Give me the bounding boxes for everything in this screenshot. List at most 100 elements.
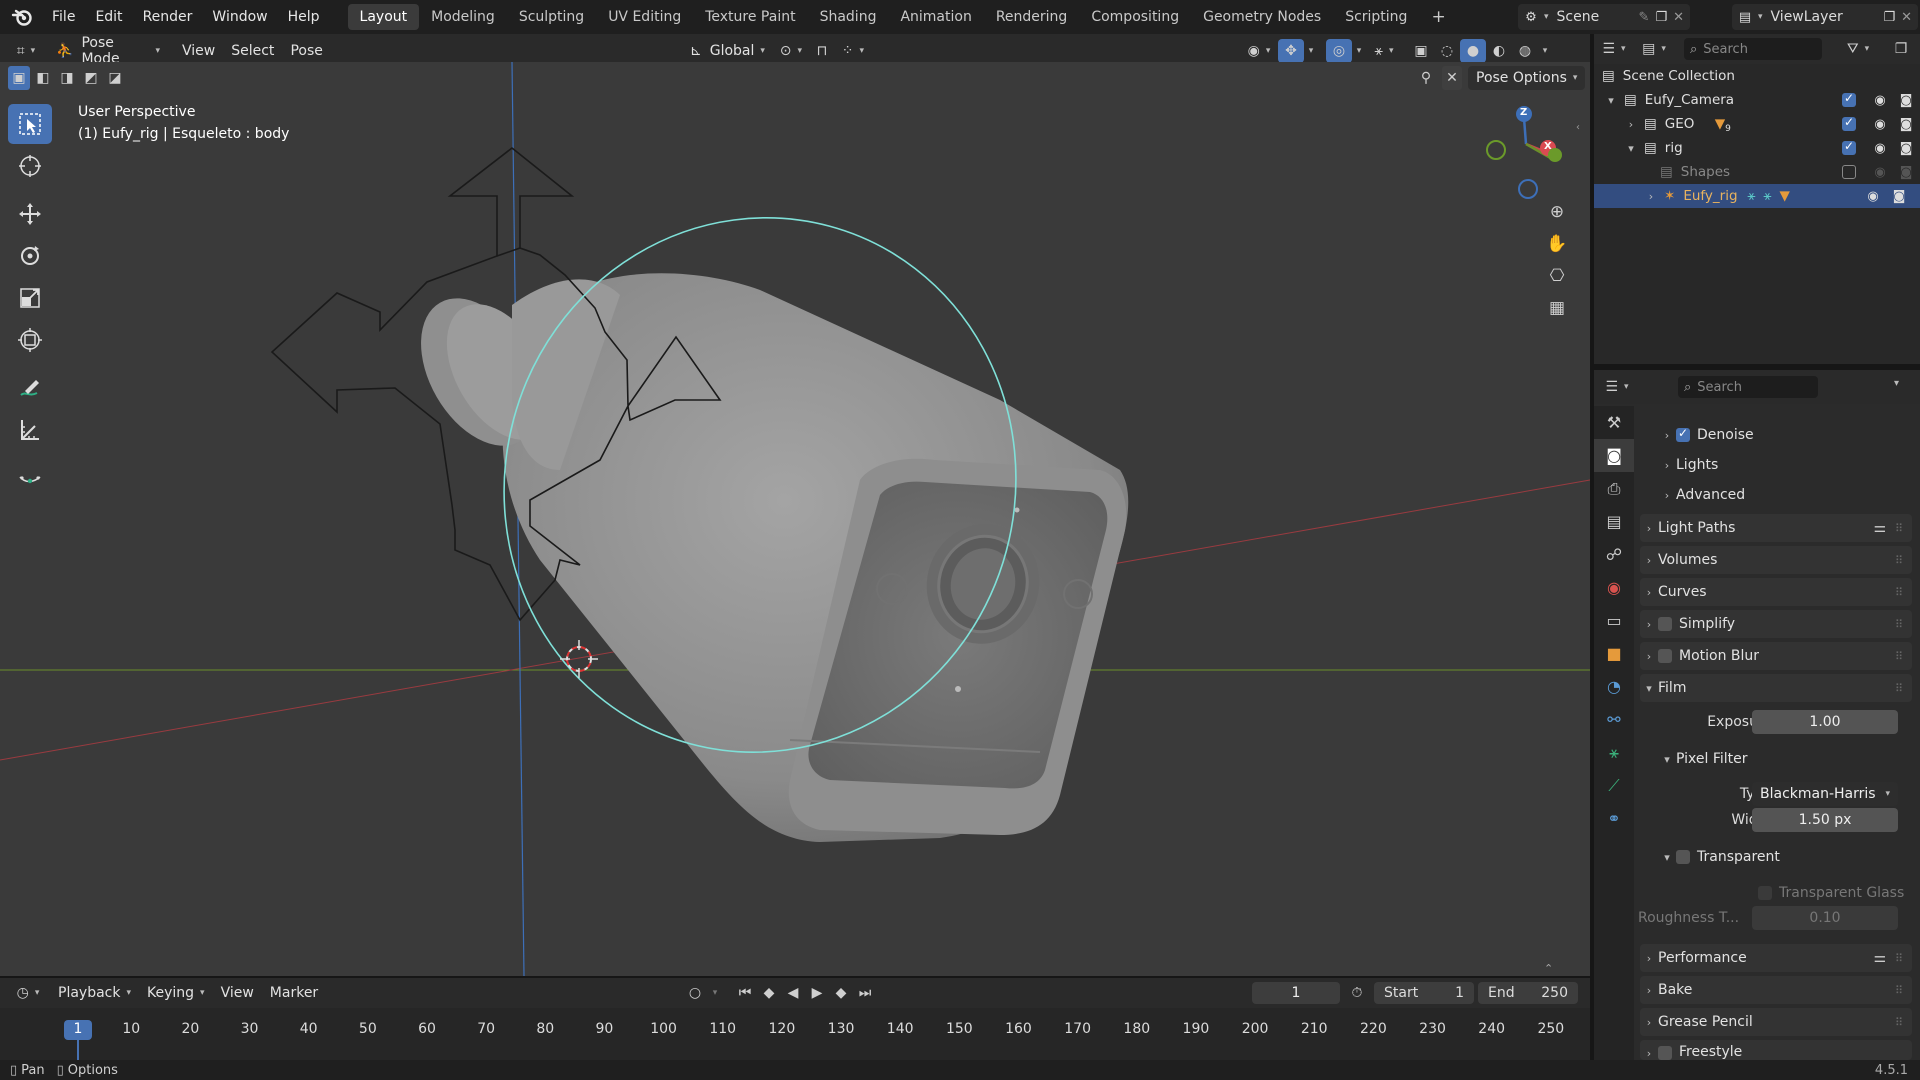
tab-animation[interactable]: Animation [888,4,983,30]
display-mode-icon[interactable]: ▤ ▾ [1634,37,1674,61]
play-reverse-icon[interactable]: ◀ [782,981,804,1005]
pivot-point-icon[interactable]: ⊙ ▾ [773,39,809,63]
presets-icon[interactable]: ⚌ [1873,950,1886,966]
menu-pose[interactable]: Pose [282,39,330,63]
outliner-editor-type-icon[interactable]: ☰ ▾ [1594,37,1634,61]
start-frame-field[interactable]: Start 1 [1374,982,1474,1004]
tab-scripting[interactable]: Scripting [1333,4,1419,30]
bone-size-tool[interactable] [8,458,52,498]
rendered-shading-icon[interactable]: ◍ [1512,39,1538,63]
select-subtract-icon[interactable]: ◨ [56,66,78,90]
denoise-checkbox[interactable] [1676,426,1690,442]
denoise-subpanel[interactable]: › Denoise [1658,422,1754,448]
tab-modeling[interactable]: Modeling [419,4,507,30]
world-tab-icon[interactable]: ◉ [1594,571,1634,604]
filter-type-dropdown[interactable]: Blackman-Harris ▾ [1752,782,1898,806]
menu-edit[interactable]: Edit [85,0,132,34]
view-layer-name[interactable]: ViewLayer [1771,9,1884,25]
menu-render[interactable]: Render [133,0,203,34]
scale-tool[interactable] [8,278,52,318]
outliner-item-rig[interactable]: ▾ ▤ rig ◉◙ [1594,136,1920,160]
outliner-item-geo[interactable]: › ▤ GEO ▼ 9 ◉◙ [1594,112,1920,136]
simplify-panel[interactable]: › Simplify ⠿ [1640,610,1912,638]
exposure-field[interactable]: 1.00 [1752,710,1898,734]
render-camera-icon[interactable]: ◙ [1897,165,1915,180]
exclude-checkbox[interactable] [1842,115,1856,131]
bake-panel[interactable]: › Bake ⠿ [1640,976,1912,1004]
expand-chevron-icon[interactable]: ▾ [1622,142,1640,155]
eye-icon[interactable]: ◉ [1871,165,1889,180]
simplify-checkbox[interactable] [1658,617,1672,631]
roughness-field[interactable]: 0.10 [1752,906,1898,930]
remove-scene-icon[interactable]: ✕ [1673,10,1684,25]
constraints-tab-icon[interactable]: ⚯ [1594,703,1634,736]
play-icon[interactable]: ▶ [806,981,828,1005]
material-shading-icon[interactable]: ◐ [1486,39,1512,63]
measure-tool[interactable] [8,410,52,450]
scene-icon[interactable]: ⚙ [1518,10,1544,25]
light-paths-panel[interactable]: › Light Paths ⚌ ⠿ [1640,514,1912,542]
lights-subpanel[interactable]: › Lights [1658,452,1718,478]
tab-texture-paint[interactable]: Texture Paint [693,4,807,30]
menu-help[interactable]: Help [278,0,330,34]
new-view-layer-icon[interactable]: ❐ [1883,10,1895,25]
bone-constraints-tab-icon[interactable]: ⚭ [1594,802,1634,835]
motion-blur-panel[interactable]: › Motion Blur ⠿ [1640,642,1912,670]
scene-name[interactable]: Scene [1557,9,1639,25]
gizmo-toggle-icon[interactable]: ✥ [1278,39,1304,63]
select-extend-icon[interactable]: ◧ [32,66,54,90]
visibility-icon[interactable]: ◉ ▾ [1240,39,1278,63]
outliner-item-eufy-camera[interactable]: ▾ ▤ Eufy_Camera ◉◙ [1594,88,1920,112]
tool-tab-icon[interactable]: ⚒ [1594,406,1634,439]
blender-logo-icon[interactable] [2,5,42,29]
exclude-checkbox[interactable] [1842,91,1856,107]
rotate-tool[interactable] [8,236,52,276]
eye-icon[interactable]: ◉ [1871,141,1889,156]
camera-view-icon[interactable]: ⎔ [1544,264,1570,288]
render-camera-icon[interactable]: ◙ [1897,141,1915,156]
transparent-glass-option[interactable]: Transparent Glass [1758,880,1904,906]
filter-icon[interactable]: ⛛ ▾ [1838,37,1878,61]
mode-selector[interactable]: ⛹ Pose Mode ▾ [48,35,168,67]
keying-dropdown-icon[interactable]: ▾ [708,981,722,1005]
outliner-item-eufy-rig[interactable]: › ✶ Eufy_rig ⚹ ⚹ ▼ ◉ ◙ [1594,184,1920,208]
tab-compositing[interactable]: Compositing [1079,4,1191,30]
timeline-track[interactable]: 1 10 20 30 40 50 60 70 80 90 100 110 120 130 140 150 160… [0,1008,1590,1060]
bone-overlay-icon[interactable]: ⚹ ▾ [1366,39,1402,63]
advanced-subpanel[interactable]: › Advanced [1658,482,1745,508]
pixel-filter-subpanel[interactable]: ▾ Pixel Filter [1658,746,1747,772]
new-scene-icon[interactable]: ❐ [1655,10,1667,25]
freestyle-checkbox[interactable] [1658,1046,1672,1060]
pose-options-dropdown[interactable]: Pose Options ▾ [1468,66,1586,90]
scene-tab-icon[interactable]: ☍ [1594,538,1634,571]
render-camera-icon[interactable]: ◙ [1890,189,1908,204]
menu-window[interactable]: Window [202,0,277,34]
grease-pencil-panel[interactable]: › Grease Pencil ⠿ [1640,1008,1912,1036]
overlays-toggle-icon[interactable]: ◎ [1326,39,1352,63]
ortho-grid-icon[interactable]: ▦ [1544,296,1570,320]
keying-menu[interactable]: Keying ▾ [139,981,213,1005]
eye-icon[interactable]: ◉ [1864,189,1882,204]
prev-keyframe-icon[interactable]: ◆ [758,981,780,1005]
performance-panel[interactable]: › Performance ⚌ ⠿ [1640,944,1912,972]
snap-target-icon[interactable]: ⁘ ▾ [835,39,871,63]
gizmo-dropdown-icon[interactable]: ▾ [1304,39,1318,63]
freestyle-panel[interactable]: › Freestyle [1640,1040,1912,1060]
remove-view-layer-icon[interactable]: ✕ [1901,10,1912,25]
outliner-search[interactable]: ⌕ Search [1684,38,1822,60]
motion-blur-checkbox[interactable] [1658,649,1672,663]
physics-tab-icon[interactable]: ◔ [1594,670,1634,703]
view-layer-icon[interactable]: ▤ [1732,10,1758,25]
expand-chevron-icon[interactable]: › [1622,118,1640,131]
collection-tab-icon[interactable]: ▭ [1594,604,1634,637]
render-camera-icon[interactable]: ◙ [1897,93,1915,108]
exclude-checkbox[interactable] [1842,139,1856,155]
tab-shading[interactable]: Shading [808,4,889,30]
marker-menu[interactable]: Marker [262,981,326,1005]
jump-start-icon[interactable]: ⏮ [734,981,756,1005]
menu-select[interactable]: Select [223,39,282,63]
3d-cursor[interactable] [560,640,598,678]
exclude-checkbox[interactable] [1842,164,1856,179]
output-tab-icon[interactable]: ⎙ [1594,472,1634,505]
bone-tab-icon[interactable]: ⟋ [1594,769,1634,802]
